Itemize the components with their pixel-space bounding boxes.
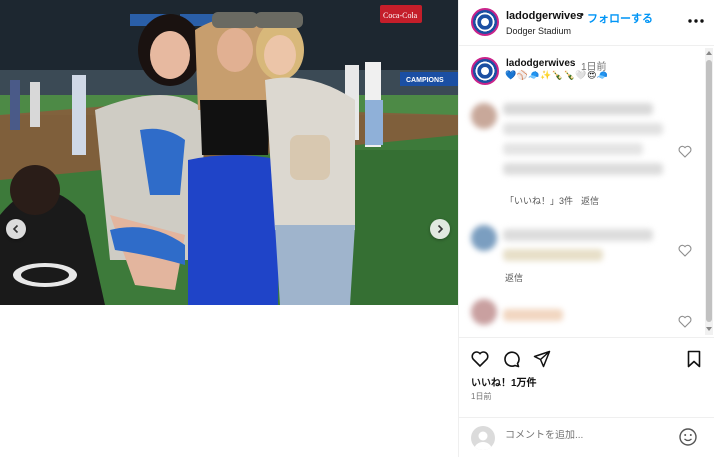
default-avatar-icon — [474, 431, 492, 450]
add-comment-bar — [459, 417, 714, 457]
like-comment-icon[interactable] — [678, 145, 692, 158]
media-backdrop — [0, 305, 458, 457]
more-options-icon[interactable] — [687, 12, 705, 30]
scroll-up-arrow[interactable] — [706, 51, 712, 55]
save-icon[interactable] — [685, 350, 703, 368]
comments-list[interactable]: ladodgerwives 1日前 💙⚾🧢✨🍾🍾🤍😍🧢 「いいね！」3件 返信 … — [459, 47, 714, 337]
previous-image-button[interactable] — [6, 219, 26, 239]
post-sidebar: ladodgerwives • フォローする Dodger Stadium la… — [458, 0, 714, 457]
next-image-button[interactable] — [430, 219, 450, 239]
caption-avatar[interactable] — [471, 57, 499, 85]
comment-avatar[interactable] — [471, 225, 497, 251]
coke-sign: Coca-Cola — [383, 11, 418, 20]
campions-sign: CAMPIONS — [406, 77, 444, 84]
follow-button[interactable]: フォローする — [587, 10, 653, 26]
post-photo: Coca-Cola CAMPIONS — [0, 0, 458, 305]
separator-dot: • — [580, 9, 584, 21]
post-timestamp: 1日前 — [471, 392, 492, 401]
comment-text-blurred — [503, 123, 663, 135]
author-avatar[interactable] — [471, 8, 499, 36]
likes-count[interactable]: いいね！1万件 — [471, 374, 537, 389]
share-icon[interactable] — [533, 350, 551, 368]
like-comment-icon[interactable] — [678, 315, 692, 328]
current-user-avatar — [471, 426, 495, 450]
comment-likes[interactable]: 「いいね！」3件 — [505, 194, 573, 207]
emoji-picker-icon[interactable] — [678, 427, 698, 447]
post-actions: いいね！1万件 1日前 — [459, 337, 714, 417]
like-icon[interactable] — [471, 350, 489, 368]
chevron-left-icon — [12, 224, 19, 234]
comment-input[interactable] — [505, 430, 665, 441]
caption-username[interactable]: ladodgerwives — [506, 58, 575, 69]
scroll-down-arrow[interactable] — [706, 327, 712, 331]
comment-text-blurred — [503, 309, 563, 321]
comment-avatar[interactable] — [471, 299, 497, 325]
chevron-right-icon — [437, 224, 444, 234]
author-username[interactable]: ladodgerwives — [506, 10, 582, 22]
caption-text: 💙⚾🧢✨🍾🍾🤍😍🧢 — [505, 71, 609, 81]
scroll-thumb[interactable] — [706, 60, 712, 322]
photo-scene: Coca-Cola CAMPIONS — [0, 0, 458, 305]
comment-avatar[interactable] — [471, 103, 497, 129]
reply-button[interactable]: 返信 — [505, 271, 523, 284]
comments-scrollbar[interactable] — [705, 48, 713, 335]
location-link[interactable]: Dodger Stadium — [506, 26, 571, 36]
comment-text-blurred — [503, 143, 643, 155]
reply-button[interactable]: 返信 — [581, 194, 599, 207]
like-comment-icon[interactable] — [678, 244, 692, 257]
comment-text-blurred — [503, 229, 653, 241]
post-header: ladodgerwives • フォローする Dodger Stadium — [459, 0, 714, 46]
comment-text-blurred — [503, 163, 663, 175]
comment-text-blurred — [503, 249, 603, 261]
comment-icon[interactable] — [502, 350, 520, 368]
comment-text-blurred — [503, 103, 653, 115]
